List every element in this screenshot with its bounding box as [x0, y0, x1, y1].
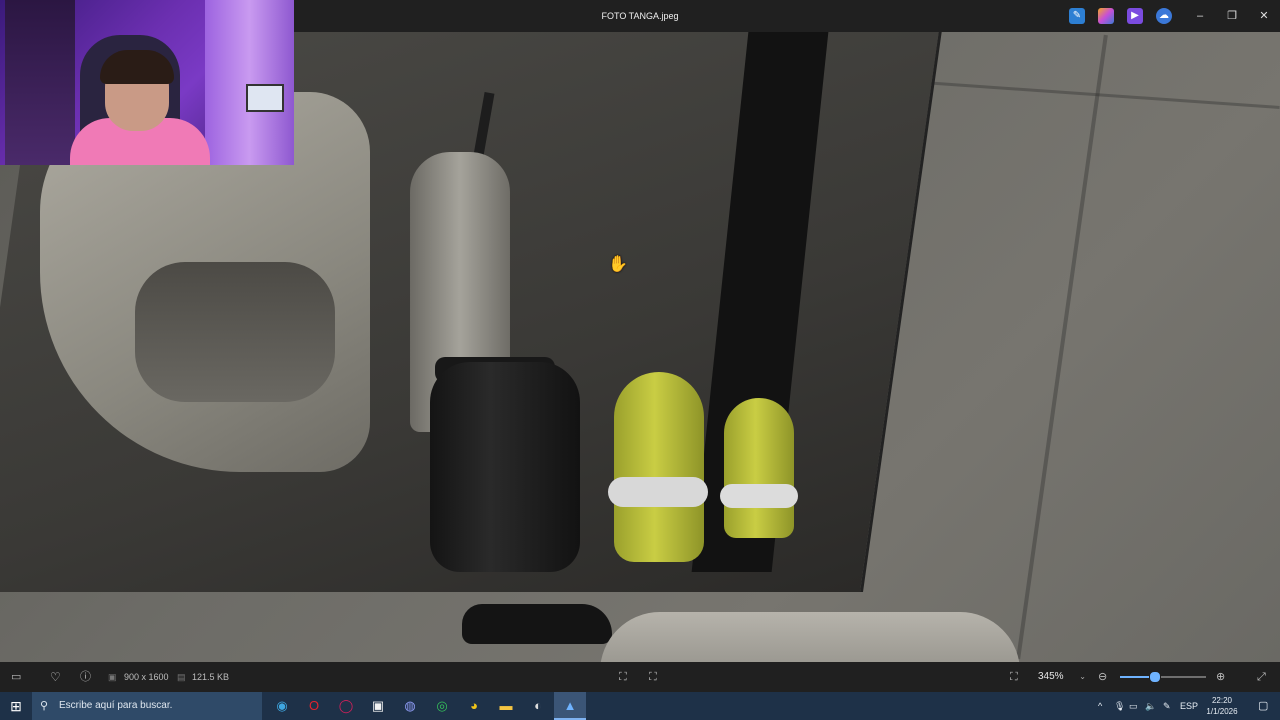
webcam-shelf [5, 0, 75, 165]
taskbar-search[interactable]: ⚲ Escribe aquí para buscar. [32, 692, 262, 720]
search-icon: ⚲ [40, 700, 49, 712]
close-button[interactable]: ✕ [1248, 0, 1280, 32]
favorite-icon[interactable]: ♡ [50, 662, 61, 692]
onedrive-icon[interactable]: ☁ [1156, 8, 1172, 24]
windows-taskbar: ⊞ ⚲ Escribe aquí para buscar. ◉ O ◯ ▣ ◍ … [0, 692, 1280, 720]
expand-icon[interactable]: ⤢ [1257, 662, 1266, 692]
hand-cursor-icon: ✋ [608, 256, 628, 273]
image-dimensions: 900 x 1600 [124, 672, 169, 682]
soap-bottle [430, 362, 580, 572]
clipchamp-icon[interactable]: ▶ [1127, 8, 1143, 24]
webcam-monitor [246, 84, 284, 112]
chevron-down-icon: ⌄ [1079, 672, 1086, 681]
obs-icon[interactable]: ◐ [522, 692, 554, 720]
copilot-icon[interactable] [1098, 8, 1114, 24]
search-placeholder: Escribe aquí para buscar. [59, 700, 173, 711]
file-size: 121.5 KB [192, 672, 230, 682]
system-tray: ^ 🎙 ▭ 🔈 ✎ ESP 22:20 1/1/2026 ▢ [1090, 692, 1280, 720]
input-language[interactable]: ESP [1180, 692, 1198, 720]
webcam-curtain [205, 0, 294, 165]
clock-time: 22:20 [1211, 696, 1233, 705]
webcam-overlay [0, 0, 294, 165]
sink [600, 612, 1020, 662]
network-icon[interactable]: ▭ [1129, 692, 1138, 720]
dimensions-icon: ▣ [108, 672, 117, 682]
pen-icon[interactable]: ✎ [1163, 692, 1171, 720]
file-size-icon: ▤ [177, 672, 186, 682]
fullscreen-fit-icon[interactable]: ⛶ [1010, 662, 1018, 692]
clock-date: 1/1/2026 [1206, 707, 1238, 716]
photos-icon[interactable]: ▲ [554, 692, 586, 720]
chrome-icon[interactable]: ◕ [458, 692, 490, 720]
zoom-level: 345% [1038, 671, 1064, 682]
store-icon[interactable]: ▣ [362, 692, 394, 720]
tray-overflow-icon[interactable]: ^ [1098, 692, 1102, 720]
windows-start-icon[interactable]: ⊞ [0, 692, 32, 720]
microphone-icon[interactable]: 🎙 [1114, 692, 1125, 720]
taskbar-apps: ◉ O ◯ ▣ ◍ ◎ ◕ ▬ ◐ ▲ [266, 692, 586, 720]
volume-icon[interactable]: 🔈 [1145, 692, 1156, 720]
opera-icon[interactable]: O [298, 692, 330, 720]
zoom-slider[interactable] [1120, 671, 1206, 683]
deodorant-bottle [608, 372, 708, 562]
viewer-bottom-bar: ▭ ♡ ⓘ ▣ 900 x 1600 ▤ 121.5 KB ⛶ ⛶ ⛶ 345%… [0, 662, 1280, 692]
filmstrip-icon[interactable]: ▭ [11, 662, 21, 692]
tile-grout [1016, 34, 1108, 660]
zoom-select[interactable]: 345% ⌄ [1032, 668, 1090, 686]
webcam-hair [100, 50, 174, 84]
deodorant-reflection [720, 398, 798, 538]
taskbar-clock[interactable]: 22:20 1/1/2026 [1202, 695, 1242, 717]
zoom-in-icon[interactable]: ⊕ [1216, 662, 1225, 692]
edge-icon[interactable]: ◉ [266, 692, 298, 720]
actual-size-icon[interactable]: ⛶ [649, 662, 657, 692]
zoom-slider-knob[interactable] [1149, 671, 1162, 683]
discord-icon[interactable]: ◍ [394, 692, 426, 720]
maximize-button[interactable]: ❐ [1216, 0, 1248, 32]
titlebar-actions: ✎ ▶ ☁ [1069, 8, 1172, 24]
info-icon[interactable]: ⓘ [80, 662, 91, 692]
whatsapp-icon[interactable]: ◎ [426, 692, 458, 720]
minimize-button[interactable]: – [1184, 0, 1216, 32]
file-explorer-icon[interactable]: ▬ [490, 692, 522, 720]
faucet [462, 604, 612, 644]
window-controls: – ❐ ✕ [1184, 0, 1280, 32]
tile-grout [880, 78, 1280, 109]
fit-to-window-icon[interactable]: ⛶ [619, 662, 627, 692]
image-edit-icon[interactable]: ✎ [1069, 8, 1085, 24]
opera-gx-icon[interactable]: ◯ [330, 692, 362, 720]
zoom-out-icon[interactable]: ⊖ [1098, 662, 1107, 692]
notifications-icon[interactable]: ▢ [1258, 692, 1268, 720]
